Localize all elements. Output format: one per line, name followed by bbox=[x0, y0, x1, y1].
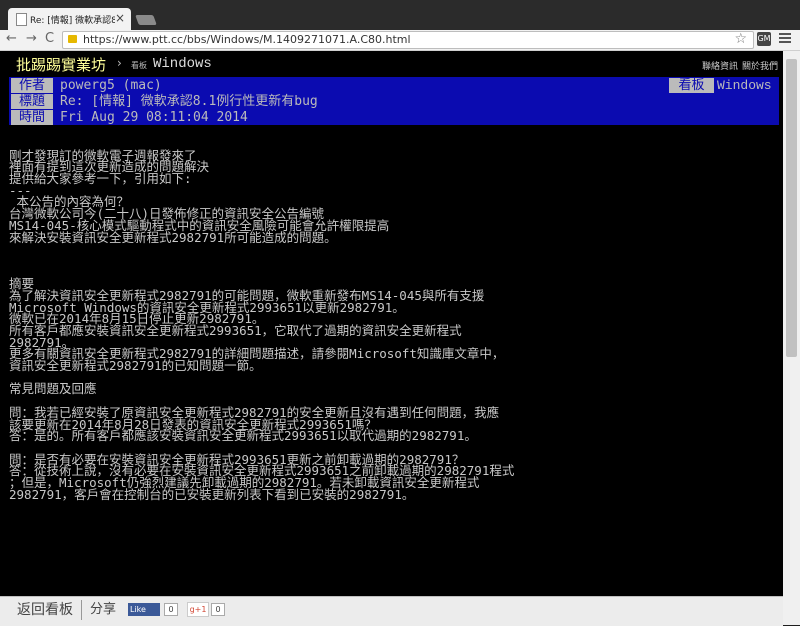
article-line bbox=[9, 243, 779, 255]
breadcrumb-separator: › bbox=[117, 56, 122, 70]
menu-icon[interactable] bbox=[779, 33, 791, 45]
address-bar[interactable]: https://www.ptt.cc/bbs/Windows/M.1409271… bbox=[62, 31, 754, 49]
tab-title: Re: [情報] 微軟承認8.1例... bbox=[30, 16, 115, 26]
reload-icon[interactable]: C bbox=[45, 31, 54, 46]
page-content: 批踢踢實業坊 › 看板 Windows 聯絡資訊 關於我們 作者 powerg5… bbox=[0, 51, 783, 625]
url-text[interactable]: https://www.ptt.cc/bbs/Windows/M.1409271… bbox=[83, 33, 411, 46]
scrollbar[interactable] bbox=[783, 51, 800, 625]
plus-count: 0 bbox=[211, 603, 225, 616]
article-body: 剛才發現訂的微軟電子週報發來了 裡面有提到這次更新造成的問題解決 提供給大家參考一下… bbox=[9, 138, 779, 500]
article-line bbox=[9, 255, 779, 267]
tab-strip: Re: [情報] 微軟承認8.1例... × bbox=[0, 0, 800, 30]
title-label: 標題 bbox=[11, 94, 53, 109]
page-icon bbox=[16, 13, 27, 26]
time-label: 時間 bbox=[11, 110, 53, 125]
author-label: 作者 bbox=[11, 78, 53, 93]
contact-link[interactable]: 聯絡資訊 bbox=[702, 59, 738, 72]
article-line: 所有客戶都應安裝資訊安全更新程式2993651，它取代了過期的資訊安全更新程式 bbox=[9, 323, 462, 338]
breadcrumb-board-label: 看板 bbox=[131, 61, 147, 70]
about-link[interactable]: 關於我們 bbox=[742, 59, 778, 72]
article-line: 提供給大家參考一下，引用如下: bbox=[9, 171, 192, 187]
site-header: 批踢踢實業坊 › 看板 Windows 聯絡資訊 關於我們 bbox=[0, 51, 783, 77]
star-icon[interactable]: ☆ bbox=[734, 31, 747, 47]
lock-icon bbox=[68, 35, 77, 43]
back-to-board-button[interactable]: 返回看板 bbox=[9, 600, 82, 620]
google-plus-button[interactable]: g+1 bbox=[187, 602, 209, 617]
article-line: 來解決安裝資訊安全更新程式2982791所可能造成的問題。 bbox=[9, 229, 337, 245]
board-label: 看板 bbox=[669, 78, 714, 93]
extension-icon[interactable]: GM bbox=[757, 32, 771, 46]
article-metadata: 作者 powerg5 (mac) 看板 Windows 標題 Re: [情報] … bbox=[9, 77, 779, 125]
article-line: 常見問題及回應 bbox=[9, 381, 97, 397]
time-value: Fri Aug 29 08:11:04 2014 bbox=[60, 110, 248, 125]
breadcrumb-board[interactable]: Windows bbox=[153, 56, 212, 72]
browser-toolbar: ← → C https://www.ptt.cc/bbs/Windows/M.1… bbox=[0, 30, 800, 51]
article-line: 2982791，客戶會在控制台的已安裝更新列表下看到已安裝的2982791。 bbox=[9, 486, 415, 502]
browser-tab[interactable]: Re: [情報] 微軟承認8.1例... × bbox=[8, 8, 131, 30]
forward-arrow-icon[interactable]: → bbox=[26, 31, 37, 46]
article-line bbox=[9, 372, 779, 384]
author-value: powerg5 (mac) bbox=[60, 78, 162, 93]
share-label: 分享 bbox=[90, 602, 117, 617]
scrollbar-thumb[interactable] bbox=[786, 59, 797, 357]
close-icon[interactable]: × bbox=[115, 11, 125, 25]
site-logo[interactable]: 批踢踢實業坊 bbox=[16, 54, 106, 75]
article-line: 資訊安全更新程式2982791的已知問題一節。 bbox=[9, 358, 262, 374]
title-value: Re: [情報] 微軟承認8.1例行性更新有bug bbox=[60, 94, 318, 109]
back-arrow-icon[interactable]: ← bbox=[6, 31, 17, 46]
new-tab-button[interactable] bbox=[135, 15, 157, 25]
like-count: 0 bbox=[164, 603, 178, 616]
article-line bbox=[9, 267, 779, 279]
article-line: 答：是的。所有客戶都應該安裝資訊安全更新程式2993651以取代過期的29827… bbox=[9, 428, 477, 444]
facebook-like-button[interactable]: Like bbox=[128, 603, 160, 616]
board-value: Windows bbox=[717, 78, 772, 93]
article-footer-bar: 返回看板 分享 Like 0 g+1 0 bbox=[0, 596, 783, 626]
